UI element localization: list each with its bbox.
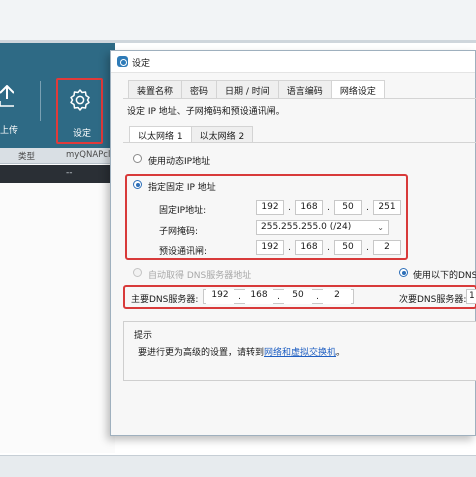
gateway-octet-2[interactable]: 168: [295, 240, 323, 255]
tab-date-time[interactable]: 日期 / 时间: [216, 80, 279, 98]
tab-language[interactable]: 语言编码: [277, 80, 332, 98]
section-caption: 设定 IP 地址、子网掩码和预设通讯闸。: [127, 107, 285, 117]
app-logo-icon: [117, 56, 128, 67]
primary-dns-field: 192 . 168 . 50 . 2: [203, 289, 354, 304]
settings-label: 设定: [73, 129, 92, 139]
ip-address-label: 固定IP地址:: [159, 206, 207, 216]
bottom-bar: [0, 455, 476, 477]
subnet-mask-value: 255.255.255.0 (/24): [261, 222, 352, 232]
upload-label: 上传: [0, 126, 19, 136]
gateway-field: 192 . 168 . 50 . 2: [256, 240, 401, 255]
row-value: --: [66, 168, 73, 178]
ip-octet-3[interactable]: 50: [334, 200, 362, 215]
ethernet-tabs: 以太网络 1 以太网络 2: [129, 126, 254, 142]
app-list-area: [0, 183, 115, 453]
ip-octet-4[interactable]: 251: [373, 200, 401, 215]
dns-manual-label: 使用以下的DNS: [413, 271, 476, 281]
upload-icon: [0, 85, 14, 107]
app-table-row[interactable]: --: [0, 165, 115, 183]
upload-tool[interactable]: 上传: [0, 43, 30, 148]
primary-dns-label: 主要DNS服务器:: [131, 295, 199, 305]
app-column-header: 类型 myQNAPcl: [0, 148, 115, 164]
settings-tabs: 装置名称 密码 日期 / 时间 语言编码 网络设定: [128, 80, 385, 98]
tab-password[interactable]: 密码: [181, 80, 218, 98]
static-ip-label: 指定固定 IP 地址: [148, 183, 216, 193]
column-myqnapcloud[interactable]: myQNAPcl: [66, 150, 110, 160]
network-virtual-switch-link[interactable]: 网络和虚拟交换机: [264, 348, 336, 358]
ip-octet-2[interactable]: 168: [295, 200, 323, 215]
column-type[interactable]: 类型: [18, 150, 35, 162]
primary-dns-octet-1[interactable]: 192: [206, 289, 234, 304]
settings-dialog: 设定 装置名称 密码 日期 / 时间 语言编码 网络设定 设定 IP 地址、子网…: [110, 50, 476, 436]
dns-auto-radio[interactable]: [133, 268, 142, 277]
subtab-panel-border: [123, 142, 476, 143]
gear-icon: [70, 89, 90, 111]
gateway-octet-4[interactable]: 2: [373, 240, 401, 255]
tab-network[interactable]: 网络设定: [330, 80, 385, 98]
hint-body: 要进行更为高级的设置，请转到: [138, 348, 265, 358]
subnet-mask-label: 子网掩码:: [159, 227, 199, 237]
dialog-titlebar[interactable]: 设定: [111, 51, 475, 73]
toolbar-divider: [40, 81, 41, 121]
primary-dns-octet-4[interactable]: 2: [323, 289, 351, 304]
tab-panel-border: [123, 98, 476, 99]
hint-box: 提示 要进行更为高级的设置，请转到网络和虚拟交换机。: [123, 321, 476, 381]
hint-text: 要进行更为高级的设置，请转到网络和虚拟交换机。: [138, 345, 345, 358]
dhcp-radio[interactable]: [133, 154, 142, 163]
background-window-area: [0, 0, 476, 40]
dialog-title: 设定: [132, 59, 151, 69]
gateway-octet-3[interactable]: 50: [334, 240, 362, 255]
dns-auto-label: 自动取得 DNS服务器地址: [148, 271, 252, 281]
static-ip-radio[interactable]: [133, 180, 142, 189]
secondary-dns-label: 次要DNS服务器:: [399, 295, 467, 305]
gateway-label: 预设通讯闸:: [159, 247, 208, 257]
subnet-mask-select[interactable]: 255.255.255.0 (/24) ⌄: [256, 220, 389, 235]
primary-dns-octet-2[interactable]: 168: [245, 289, 273, 304]
tab-device-name[interactable]: 装置名称: [128, 80, 183, 98]
hint-title: 提示: [134, 331, 153, 341]
tab-ethernet-2[interactable]: 以太网络 2: [190, 126, 254, 142]
ip-address-field: 192 . 168 . 50 . 251: [256, 200, 401, 215]
chevron-down-icon: ⌄: [377, 223, 384, 232]
settings-button[interactable]: 设定: [56, 78, 103, 144]
dns-manual-radio[interactable]: [399, 268, 408, 277]
dhcp-label: 使用动态IP地址: [148, 157, 211, 167]
ip-octet-1[interactable]: 192: [256, 200, 284, 215]
primary-dns-octet-3[interactable]: 50: [284, 289, 312, 304]
secondary-dns-octet-1[interactable]: 1: [466, 289, 476, 304]
app-toolbar: 上传 设定: [0, 43, 115, 148]
hint-end: 。: [336, 348, 346, 358]
secondary-dns-field: 1: [466, 289, 476, 304]
tab-ethernet-1[interactable]: 以太网络 1: [129, 126, 192, 142]
gateway-octet-1[interactable]: 192: [256, 240, 284, 255]
